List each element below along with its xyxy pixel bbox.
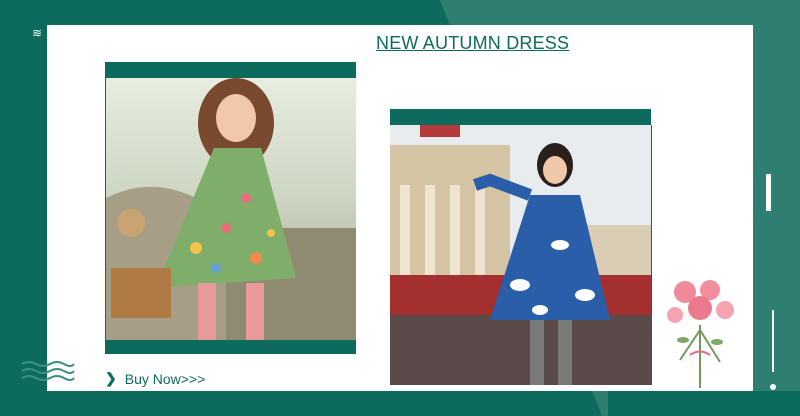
product-photo-frame-right — [390, 109, 651, 125]
product-photo-floral-dress[interactable] — [106, 78, 356, 340]
decorative-line — [772, 310, 774, 372]
floral-dress-illustration — [106, 78, 356, 340]
product-photo-cloud-dress[interactable] — [390, 125, 652, 385]
chevron-right-icon: ❯ — [105, 370, 117, 386]
decorative-dot — [770, 384, 776, 390]
buy-now-label: Buy Now>>> — [124, 370, 206, 387]
page-title: NEW AUTUMN DRESS — [376, 33, 570, 53]
decorative-bar — [766, 174, 771, 211]
bottom-accent-bar — [608, 391, 800, 416]
cloud-dress-illustration — [390, 125, 651, 385]
flower-bouquet-icon — [667, 280, 734, 388]
wave-icon — [21, 361, 75, 381]
squiggle-icon: ≋ — [32, 26, 43, 40]
buy-now-link[interactable]: ❯ Buy Now>>> — [105, 370, 205, 387]
